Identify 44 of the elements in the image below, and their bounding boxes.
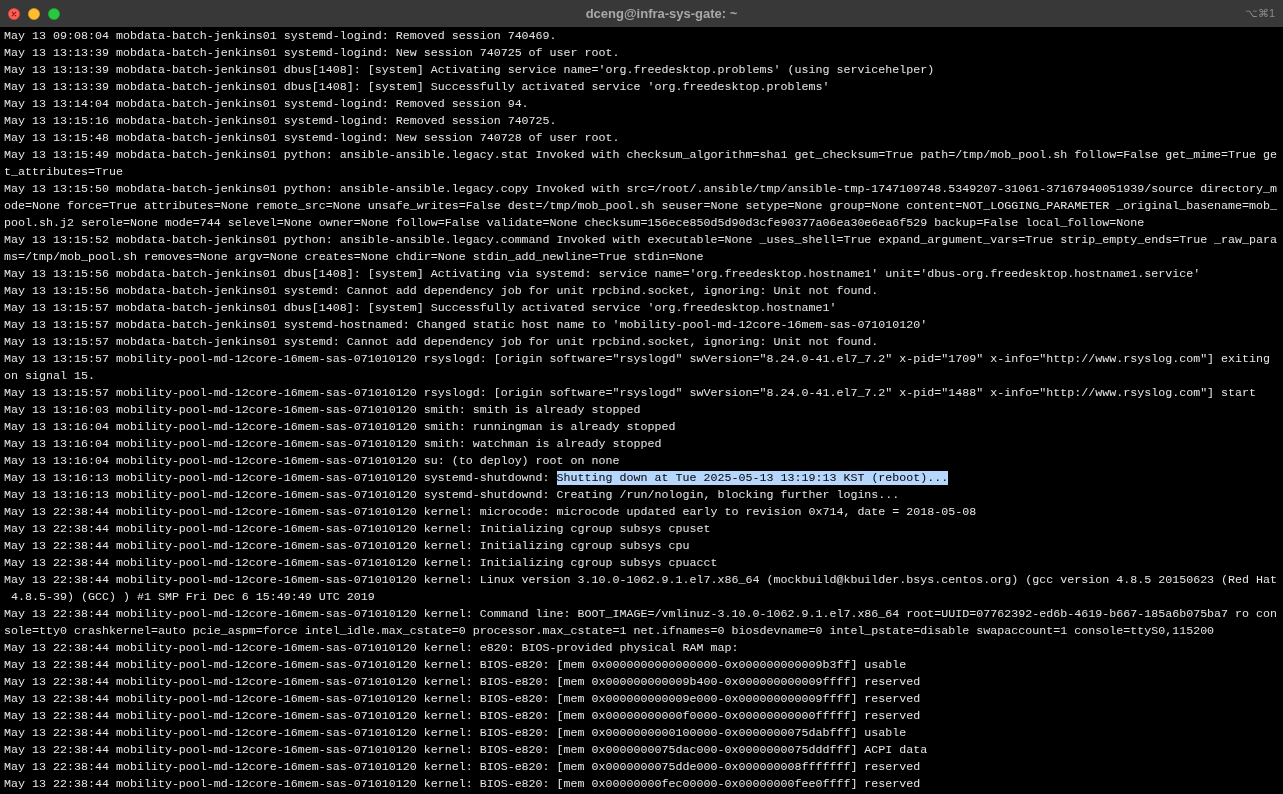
log-line: May 13 22:38:44 mobility-pool-md-12core-16mem-sas-071010120 kernel: BIOS-e820: [mem 0x0000000075dde000-0x000000008fffffff] reserved [4, 759, 922, 776]
log-line: May 13 13:16:04 mobility-pool-md-12core-16mem-sas-071010120 su: (to deploy) root on none [4, 453, 621, 470]
log-line: May 13 22:38:44 mobility-pool-md-12core-16mem-sas-071010120 kernel: BIOS-e820: [mem 0x00000000fec00000-0x00000000fee0ffff] reserved [4, 776, 922, 793]
window-zoom-icon[interactable] [48, 7, 60, 20]
log-line: May 13 13:15:56 mobdata-batch-jenkins01 dbus[1408]: [system] Activating via systemd: service name='org.freedesktop.hostname1' unit='dbus-org.freedesktop.hostname1.service' [4, 266, 1202, 283]
keyboard-shortcut: ⌥⌘1 [1244, 6, 1275, 22]
log-line: May 13 22:38:44 mobility-pool-md-12core-16mem-sas-071010120 kernel: Initializing cgroup subsys cpu [4, 538, 691, 555]
log-line: May 13 22:38:44 mobility-pool-md-12core-16mem-sas-071010120 kernel: BIOS-e820: [mem 0x000000000009e000-0x000000000009ffff] reserved [4, 691, 922, 708]
log-line: May 13 22:38:44 mobility-pool-md-12core-16mem-sas-071010120 kernel: Initializing cgroup subsys cpuset [4, 521, 712, 538]
log-line: May 13 09:08:04 mobdata-batch-jenkins01 systemd-logind: Removed session 740469. [4, 28, 558, 45]
log-line: May 13 13:16:04 mobility-pool-md-12core-16mem-sas-071010120 smith: runningman is already stopped [4, 419, 677, 436]
log-line: May 13 13:16:13 mobility-pool-md-12core-16mem-sas-071010120 systemd-shutdownd: Creating /run/nologin, blocking further logins... [4, 487, 901, 504]
log-line: May 13 22:38:44 mobility-pool-md-12core-16mem-sas-071010120 kernel: BIOS-e820: [mem 0x0000000000100000-0x0000000075dabfff] usable [4, 725, 908, 742]
log-line: May 13 13:15:57 mobility-pool-md-12core-16mem-sas-071010120 rsyslogd: [origin software="rsyslogd" swVersion="8.24.0-41.el7_7.2" x-pid="1709" x-info="http://www.rsyslog.com"] exiting on signal 15. [4, 351, 1272, 385]
window-minimize-icon[interactable] [28, 7, 40, 20]
selected-text: Shutting down at Tue 2025-05-13 13:19:13 KST (reboot)... [556, 471, 949, 485]
log-line: May 13 22:38:44 mobility-pool-md-12core-16mem-sas-071010120 kernel: BIOS-e820: [mem 0x0000000075dac000-0x0000000075dddfff] ACPI data [4, 742, 929, 759]
log-line: May 13 13:16:04 mobility-pool-md-12core-16mem-sas-071010120 smith: watchman is already stopped [4, 436, 663, 453]
log-line: May 13 13:15:52 mobdata-batch-jenkins01 python: ansible-ansible.legacy.command Invoked with executable=None _uses_shell=True expand_argument_vars=True strip_empty_ends=True _raw_params=/tmp/mob_pool.sh removes=None argv=None creates=None chdir=None stdin_add_newline=True stdin=None [4, 232, 1278, 266]
log-line: May 13 13:15:57 mobdata-batch-jenkins01 systemd: Cannot add dependency job for unit rpcbind.socket, ignoring: Unit not found. [4, 334, 880, 351]
log-line: May 13 13:14:04 mobdata-batch-jenkins01 systemd-logind: Removed session 94. [4, 96, 530, 113]
log-line: May 13 13:15:16 mobdata-batch-jenkins01 systemd-logind: Removed session 740725. [4, 113, 558, 130]
log-line: May 13 13:13:39 mobdata-batch-jenkins01 dbus[1408]: [system] Successfully activated service 'org.freedesktop.problems' [4, 79, 831, 96]
log-line: May 13 22:38:44 mobility-pool-md-12core-16mem-sas-071010120 kernel: BIOS-e820: [mem 0x000000000009b400-0x000000000009ffff] reserved [4, 674, 922, 691]
window-close-icon[interactable] [8, 7, 20, 20]
log-line: May 13 13:15:57 mobdata-batch-jenkins01 dbus[1408]: [system] Successfully activated service 'org.freedesktop.hostname1' [4, 300, 838, 317]
log-line: May 13 22:38:44 mobility-pool-md-12core-16mem-sas-071010120 kernel: BIOS-e820: [mem 0x0000000000000000-0x000000000009b3ff] usable [4, 657, 908, 674]
log-line: May 13 22:38:44 mobility-pool-md-12core-16mem-sas-071010120 kernel: microcode: microcode updated early to revision 0x714, date = 2018-05-08 [4, 504, 978, 521]
log-line: May 13 22:38:44 mobility-pool-md-12core-16mem-sas-071010120 kernel: Initializing cgroup subsys cpuacct [4, 555, 719, 572]
log-line: May 13 13:15:57 mobdata-batch-jenkins01 systemd-hostnamed: Changed static host name to 'mobility-pool-md-12core-16mem-sas-071010120' [4, 317, 929, 334]
log-line: May 13 22:38:44 mobility-pool-md-12core-16mem-sas-071010120 kernel: e820: BIOS-provided physical RAM map: [4, 640, 740, 657]
log-line: May 13 13:16:03 mobility-pool-md-12core-16mem-sas-071010120 smith: smith is already stopped [4, 402, 642, 419]
window-title: dceng@infra-sys-gate: ~ [584, 4, 738, 23]
log-line: May 13 13:15:48 mobdata-batch-jenkins01 systemd-logind: New session 740728 of user root. [4, 130, 621, 147]
log-line: May 13 13:15:50 mobdata-batch-jenkins01 python: ansible-ansible.legacy.copy Invoked with src=/root/.ansible/tmp/ansible-tmp-1747109748.5349207-31061-37167940051939/source directory_mode=None force=True attributes=None remote_src=None unsafe_writes=False dest=/tmp/mob_pool.sh seuser=None setype=None group=None content=NOT_LOGGING_PARAMETER _original_basename=mob_pool.sh.j2 serole=None mode=744 selevel=None owner=None follow=False validate=None checksum=156ece850d5d90d3cfe90377a06ea30e6ea6f529 backup=False local_follow=None [4, 181, 1278, 232]
log-line: May 13 13:13:39 mobdata-batch-jenkins01 systemd-logind: New session 740725 of user root. [4, 45, 621, 62]
log-line: May 13 22:38:44 mobility-pool-md-12core-16mem-sas-071010120 kernel: BIOS-e820: [mem 0x00000000000f0000-0x00000000000fffff] reserved [4, 708, 922, 725]
log-line: May 13 13:15:49 mobdata-batch-jenkins01 python: ansible-ansible.legacy.stat Invoked with checksum_algorithm=sha1 get_checksum=True path=/tmp/mob_pool.sh follow=False get_mime=True get_attributes=True [4, 147, 1278, 181]
log-line: May 13 22:38:44 mobility-pool-md-12core-16mem-sas-071010120 kernel: Linux version 3.10.0-1062.9.1.el7.x86_64 (mockbuild@kbuilder.bsys.centos.org) (gcc version 4.8.5 20150623 (Red Hat 4.8.5-39) (GCC) ) #1 SMP Fri Dec 6 15:49:49 UTC 2019 [4, 572, 1278, 606]
log-line: May 13 13:16:13 mobility-pool-md-12core-16mem-sas-071010120 systemd-shutdownd: [4, 471, 550, 485]
log-line: May 13 13:13:39 mobdata-batch-jenkins01 dbus[1408]: [system] Activating service name='org.freedesktop.problems' (using servicehelper) [4, 62, 936, 79]
log-line: May 13 22:38:44 mobility-pool-md-12core-16mem-sas-071010120 kernel: Command line: BOOT_IMAGE=/vmlinuz-3.10.0-1062.9.1.el7.x86_64 root=UUID=07762392-ed6b-4619-b667-185a6b075ba7 ro console=tty0 crashkernel=auto pcie_aspm=force intel_idle.max_cstate=0 processor.max_cstate=1 net.ifnames=0 biosdevname=0 intel_pstate=disable swapaccount=1 console=ttyS0,115200 [4, 606, 1278, 640]
log-line: May 13 13:15:56 mobdata-batch-jenkins01 systemd: Cannot add dependency job for unit rpcbind.socket, ignoring: Unit not found. [4, 283, 880, 300]
log-line: May 13 13:15:57 mobility-pool-md-12core-16mem-sas-071010120 rsyslogd: [origin software="rsyslogd" swVersion="8.24.0-41.el7_7.2" x-pid="1488" x-info="http://www.rsyslog.com"] start [4, 385, 1258, 402]
